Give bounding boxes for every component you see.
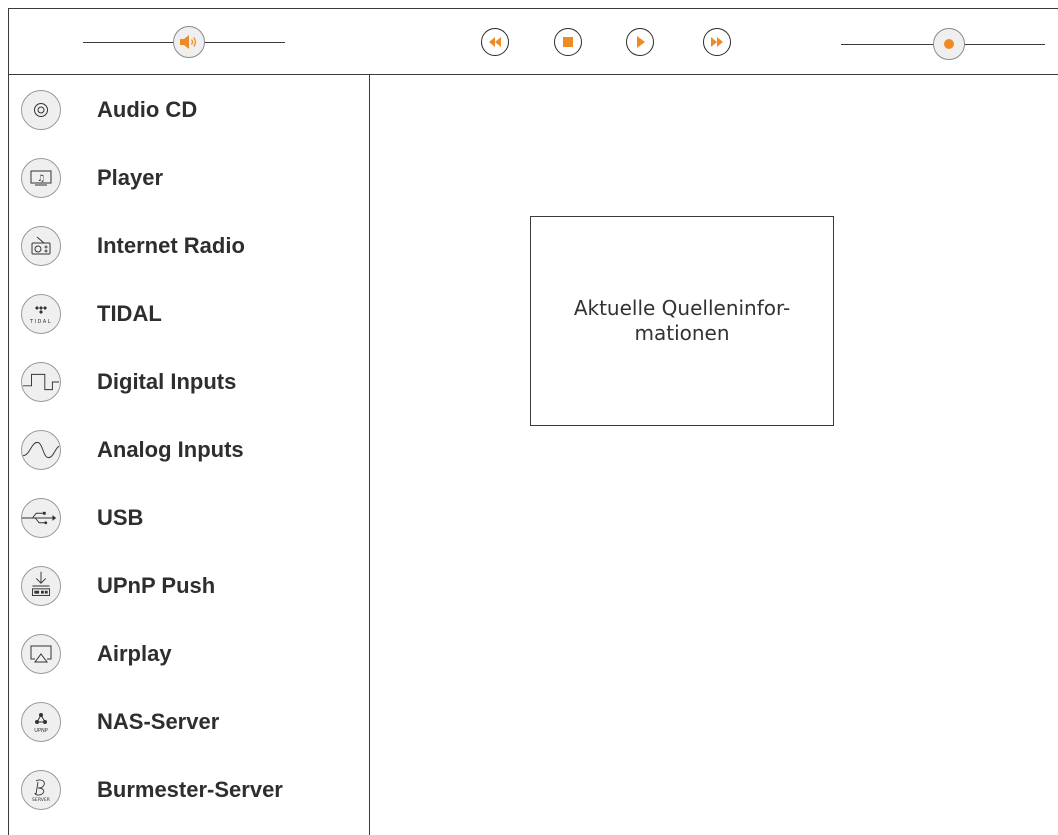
source-label: NAS-Server <box>97 709 220 734</box>
burmester-server-icon: SERVER <box>21 770 61 810</box>
cd-icon <box>21 90 61 130</box>
rewind-button[interactable] <box>481 28 509 56</box>
source-item-analog-inputs[interactable]: Analog Inputs <box>9 415 367 483</box>
source-item-burmester-server[interactable]: SERVER Burmester-Server <box>9 755 367 823</box>
usb-icon <box>21 498 61 538</box>
source-label: Analog Inputs <box>97 437 244 462</box>
volume-slider-knob[interactable] <box>173 26 205 58</box>
source-item-nas-server[interactable]: UPNP NAS-Server <box>9 687 367 755</box>
source-item-airplay[interactable]: Airplay <box>9 619 367 687</box>
position-slider-knob[interactable] <box>933 28 965 60</box>
source-label: Audio CD <box>97 97 198 122</box>
fast-forward-button[interactable] <box>703 28 731 56</box>
fast-forward-icon <box>711 37 723 47</box>
airplay-icon <box>21 634 61 674</box>
svg-text:UPNP: UPNP <box>34 728 47 734</box>
source-label: USB <box>97 505 144 530</box>
current-source-info-panel: Aktuelle Quelleninfor- mationen <box>530 216 834 426</box>
app-window: Audio CD ♫ Player Internet Radio TIDAL T… <box>8 8 1058 835</box>
source-item-usb[interactable]: USB <box>9 483 367 551</box>
source-label: Burmester-Server <box>97 777 283 802</box>
source-label: Player <box>97 165 164 190</box>
transport-bar <box>9 9 1058 75</box>
source-item-tidal[interactable]: TIDAL TIDAL <box>9 279 367 347</box>
radio-icon <box>21 226 61 266</box>
source-item-internet-radio[interactable]: Internet Radio <box>9 211 367 279</box>
source-item-audio-cd[interactable]: Audio CD <box>9 75 367 143</box>
source-item-player[interactable]: ♫ Player <box>9 143 367 211</box>
tidal-icon: TIDAL <box>21 294 61 334</box>
svg-text:♫: ♫ <box>37 174 45 184</box>
stop-icon <box>563 37 573 47</box>
play-button[interactable] <box>626 28 654 56</box>
source-list: Audio CD ♫ Player Internet Radio TIDAL T… <box>9 75 370 835</box>
play-icon <box>637 36 645 48</box>
dot-icon <box>944 39 954 49</box>
source-label: Airplay <box>97 641 172 666</box>
speaker-icon <box>180 35 197 49</box>
upnp-push-icon <box>21 566 61 606</box>
source-item-digital-inputs[interactable]: Digital Inputs <box>9 347 367 415</box>
player-icon: ♫ <box>21 158 61 198</box>
nas-server-icon: UPNP <box>21 702 61 742</box>
rewind-icon <box>489 37 501 47</box>
source-label: Internet Radio <box>97 233 245 258</box>
source-item-upnp-push[interactable]: UPnP Push <box>9 551 367 619</box>
sine-wave-icon <box>21 430 61 470</box>
svg-text:SERVER: SERVER <box>32 797 51 803</box>
source-label: TIDAL <box>97 301 162 326</box>
source-label: UPnP Push <box>97 573 216 598</box>
source-label: Digital Inputs <box>97 369 237 394</box>
svg-text:TIDAL: TIDAL <box>29 319 52 325</box>
square-wave-icon <box>21 362 61 402</box>
stop-button[interactable] <box>554 28 582 56</box>
current-source-info-text: Aktuelle Quelleninfor- mationen <box>573 296 791 345</box>
